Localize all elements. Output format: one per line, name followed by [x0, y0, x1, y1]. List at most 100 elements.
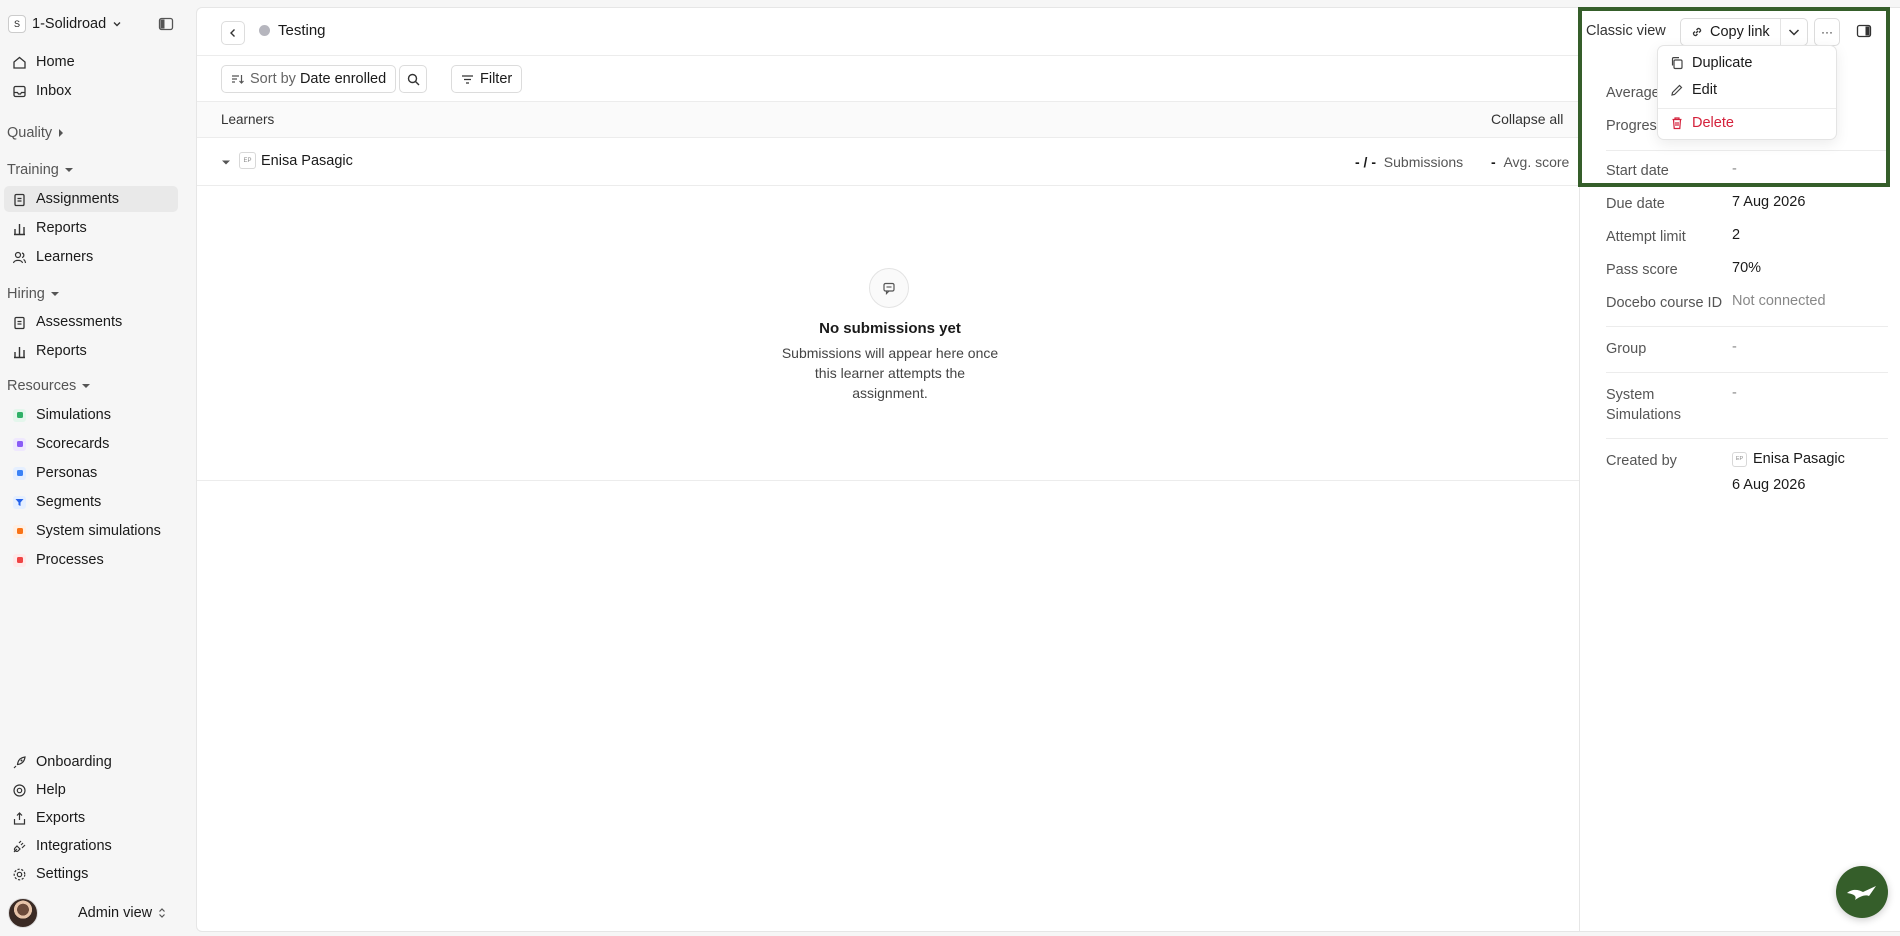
copy-link-label: Copy link [1710, 24, 1770, 40]
classic-view-link[interactable]: Classic view [1586, 23, 1666, 39]
sidebar-item-personas[interactable]: Personas [4, 460, 178, 486]
workspace-switcher[interactable]: S 1-Solidroad [8, 12, 122, 36]
sidebar-item-system-simulations[interactable]: System simulations [4, 518, 178, 544]
sidebar-item-label: Assessments [36, 314, 123, 330]
field-label: Created by [1606, 453, 1677, 469]
sidebar-item-label: Assignments [36, 191, 120, 207]
caret-down-icon[interactable] [221, 159, 231, 167]
field-value[interactable]: Not connected [1732, 293, 1826, 309]
sidebar-item-label: Integrations [36, 838, 112, 854]
sidebar-item-settings[interactable]: Settings [4, 861, 178, 887]
field-value[interactable]: - [1732, 385, 1737, 401]
search-button[interactable] [399, 65, 427, 93]
divider [1606, 438, 1888, 439]
sidebar-item-label: Inbox [36, 83, 72, 99]
assistant-launcher-button[interactable] [1836, 866, 1888, 918]
menu-item-label: Edit [1692, 82, 1717, 98]
avatar [8, 898, 38, 928]
field-value: 6 Aug 2026 [1732, 477, 1806, 493]
avg-score-stat: - Avg. score [1491, 154, 1569, 170]
field-label: Due date [1606, 196, 1665, 212]
empty-state: No submissions yet Submissions will appe… [197, 186, 1579, 481]
plug-icon [12, 839, 27, 854]
sidebar-item-processes[interactable]: Processes [4, 547, 178, 573]
section-training[interactable]: Training [7, 160, 74, 180]
more-options-button[interactable]: ··· [1814, 18, 1840, 46]
sidebar-item-scorecards[interactable]: Scorecards [4, 431, 178, 457]
section-resources[interactable]: Resources [7, 376, 91, 396]
field-value[interactable]: 70% [1732, 260, 1761, 276]
clipboard-icon [12, 192, 27, 207]
sidebar-item-simulations[interactable]: Simulations [4, 402, 178, 428]
menu-item-label: Duplicate [1692, 55, 1753, 71]
sidebar: S 1-Solidroad Home Inbox Quality Trainin… [0, 0, 196, 936]
caret-down-icon [50, 292, 59, 296]
sidebar-item-label: Reports [36, 220, 87, 236]
workspace-logo-char: S [13, 19, 20, 29]
caret-down-icon [64, 168, 73, 172]
sidebar-item-assignments[interactable]: Assignments [4, 186, 178, 212]
filter-label: Filter [480, 71, 513, 87]
sort-button[interactable]: Sort by Date enrolled [221, 65, 397, 93]
table-row[interactable]: EP Enisa Pasagic - / - Submissions - Avg… [197, 138, 1579, 186]
sidebar-item-hiring-reports[interactable]: Reports [4, 338, 178, 364]
section-hiring[interactable]: Hiring [7, 284, 60, 304]
sidebar-item-help[interactable]: Help [4, 777, 178, 803]
sidebar-item-segments[interactable]: Segments [4, 489, 178, 515]
clipboard-icon [12, 315, 27, 330]
sidebar-item-label: System simulations [36, 523, 161, 539]
sidebar-item-onboarding[interactable]: Onboarding [4, 749, 178, 775]
sidebar-item-learners[interactable]: Learners [4, 244, 178, 270]
copy-link-button[interactable]: Copy link [1681, 19, 1781, 45]
learner-initials-badge: EP [239, 152, 256, 169]
field-label: System Simulations [1606, 387, 1681, 423]
personas-icon [12, 466, 27, 481]
collapse-all-button[interactable]: Collapse all [1491, 111, 1563, 127]
chevron-updown-icon [159, 908, 166, 918]
sidebar-toggle-icon[interactable] [158, 16, 174, 32]
copy-link-split-button: Copy link [1680, 18, 1808, 46]
sidebar-item-exports[interactable]: Exports [4, 805, 178, 831]
menu-item-edit[interactable]: Edit [1658, 77, 1836, 103]
sidebar-item-inbox[interactable]: Inbox [4, 78, 178, 104]
field-value[interactable]: 2 [1732, 227, 1740, 243]
avg-score-value: - [1491, 154, 1496, 170]
sidebar-item-assessments[interactable]: Assessments [4, 309, 178, 335]
page-title-text: Testing [278, 22, 326, 39]
field-value[interactable]: - [1732, 339, 1737, 355]
section-quality[interactable]: Quality [7, 123, 65, 143]
sidebar-item-training-reports[interactable]: Reports [4, 215, 178, 241]
workspace-name: 1-Solidroad [32, 16, 107, 32]
creator-initials-badge: EP [1732, 451, 1747, 467]
field-value: EP Enisa Pasagic [1732, 451, 1845, 467]
divider [1606, 372, 1888, 373]
chevron-down-icon [1788, 29, 1800, 36]
sidebar-item-label: Help [36, 782, 66, 798]
menu-item-label: Delete [1692, 115, 1734, 131]
avg-score-label: Avg. score [1503, 154, 1570, 170]
menu-item-duplicate[interactable]: Duplicate [1658, 50, 1836, 76]
menu-item-delete[interactable]: Delete [1658, 110, 1836, 136]
learner-name: Enisa Pasagic [261, 153, 353, 169]
sidebar-item-label: Personas [36, 465, 98, 481]
bar-chart-icon [12, 344, 27, 359]
copy-link-dropdown[interactable] [1781, 27, 1807, 37]
link-icon [1692, 27, 1702, 37]
main-panel: Testing Sort by Date enrolled Filter Lea… [196, 7, 1580, 932]
admin-view-label: Admin view [78, 905, 153, 921]
admin-view-switcher[interactable]: Admin view [8, 897, 178, 929]
sidebar-item-label: Learners [36, 249, 94, 265]
sidebar-item-home[interactable]: Home [4, 49, 178, 75]
back-button[interactable] [221, 21, 245, 45]
filter-button[interactable]: Filter [451, 65, 523, 93]
pencil-icon [1671, 84, 1683, 96]
sort-value: Date enrolled [299, 71, 387, 87]
table-header: Learners Collapse all [197, 102, 1579, 138]
simulations-icon [12, 408, 27, 423]
panel-toggle-icon[interactable] [1856, 23, 1872, 39]
help-icon [12, 783, 27, 798]
sidebar-item-integrations[interactable]: Integrations [4, 833, 178, 859]
field-value[interactable]: 7 Aug 2026 [1732, 194, 1805, 210]
gear-icon [12, 867, 27, 882]
funnel-icon [12, 495, 27, 510]
